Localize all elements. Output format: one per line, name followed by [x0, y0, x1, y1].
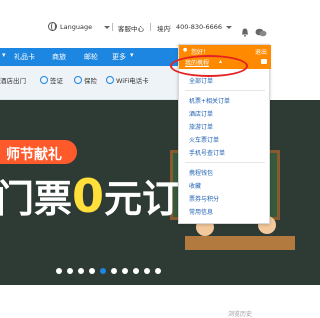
globe-icon — [48, 22, 57, 31]
chevron-down-icon — [104, 26, 110, 29]
divider — [112, 23, 113, 31]
dropdown-item[interactable]: 全部订单 — [189, 76, 213, 85]
language-selector[interactable]: Language — [60, 23, 92, 31]
dropdown-item[interactable]: 收藏 — [189, 181, 201, 190]
divider — [185, 90, 265, 91]
wechat-icon[interactable] — [255, 22, 267, 37]
sub-nav: 酒店出门 签证 保险 WiFi电话卡 — [0, 66, 180, 100]
page-bottom — [0, 285, 320, 318]
nav-item-business[interactable]: 商旅 — [52, 52, 66, 62]
carousel-dots — [56, 268, 166, 274]
carousel-dot[interactable] — [67, 268, 73, 274]
dropdown-item[interactable]: 旅游订单 — [189, 122, 213, 131]
logout-link[interactable]: 退出 — [255, 47, 267, 56]
service-center-link[interactable]: 客服中心 — [118, 23, 144, 33]
chevron-down-icon[interactable] — [226, 26, 232, 29]
carousel-dot[interactable] — [133, 268, 139, 274]
phone-number: 400-830-6666 — [176, 23, 223, 31]
promo-pill-text: 师节献礼 — [6, 147, 62, 163]
top-bar: Language 客服中心 境内 : 400-830-6666 — [0, 0, 320, 48]
carousel-dot-active[interactable] — [100, 268, 106, 274]
nav-item-cruise[interactable]: 邮轮 — [84, 52, 98, 62]
dropdown-item[interactable]: 手机号查订单 — [189, 148, 225, 157]
highlight-annotation — [170, 55, 248, 77]
subnav-item-visa[interactable]: 签证 — [50, 75, 63, 85]
subnav-item-hotel[interactable]: 酒店出门 — [0, 75, 26, 85]
subnav-item-wifi[interactable]: WiFi电话卡 — [116, 75, 149, 85]
dropdown-item[interactable]: 常用信息 — [189, 207, 213, 216]
promo-headline: 门票0元订 — [0, 169, 181, 223]
carousel-dot[interactable] — [111, 268, 117, 274]
visa-icon — [40, 76, 48, 84]
dropdown-item[interactable]: 酒店订单 — [189, 109, 213, 118]
carousel-dot[interactable] — [78, 268, 84, 274]
notification-icon[interactable] — [241, 22, 249, 37]
desk-illustration — [185, 236, 295, 250]
carousel-dot[interactable] — [155, 268, 161, 274]
carousel-dot[interactable] — [144, 268, 150, 274]
nav-item-giftcard[interactable]: 礼品卡 — [14, 52, 35, 62]
divider — [185, 162, 265, 163]
insurance-icon — [74, 76, 82, 84]
divider — [150, 23, 151, 31]
user-icon: ● — [183, 47, 188, 53]
carousel-dot[interactable] — [122, 268, 128, 274]
wifi-icon — [106, 76, 114, 84]
nav-item-more[interactable]: 更多 — [112, 52, 126, 62]
browse-history-link[interactable]: 浏览历史 — [228, 309, 252, 318]
carousel-dot[interactable] — [56, 268, 62, 274]
subnav-item-insurance[interactable]: 保险 — [84, 75, 97, 85]
message-icon[interactable] — [261, 59, 267, 64]
carousel-dot[interactable] — [89, 268, 95, 274]
main-nav: ▾ 礼品卡 商旅 邮轮 更多 ▾ — [0, 48, 180, 66]
dropdown-item[interactable]: 票券与积分 — [189, 194, 219, 203]
dropdown-item[interactable]: 携程钱包 — [189, 168, 213, 177]
dropdown-item[interactable]: 火车票订单 — [189, 135, 219, 144]
dropdown-item[interactable]: 机票+相关订单 — [189, 96, 230, 105]
chevron-down-icon: ▾ — [130, 51, 134, 59]
